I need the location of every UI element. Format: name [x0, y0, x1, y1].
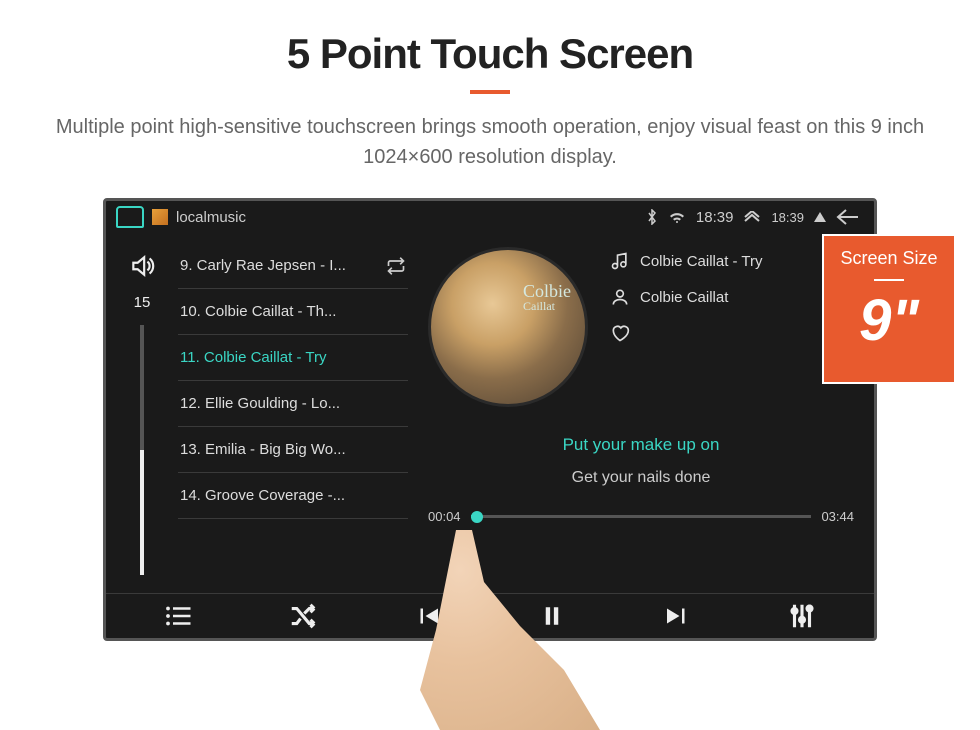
playlist: 9. Carly Rae Jepsen - I... 10. Colbie Ca… — [178, 233, 408, 593]
playlist-item-label: 11. Colbie Caillat - Try — [180, 349, 326, 366]
song-title-row: Colbie Caillat - Try — [610, 251, 854, 271]
main-area: 15 9. Carly Rae Jepsen - I... 10. Colbie… — [106, 233, 874, 593]
wifi-icon — [668, 210, 686, 224]
app-label: localmusic — [176, 209, 246, 226]
next-button[interactable] — [662, 601, 692, 631]
marketing-description: Multiple point high-sensitive touchscree… — [40, 112, 940, 172]
volume-panel: 15 — [106, 233, 178, 593]
progress-track[interactable] — [471, 515, 812, 518]
bluetooth-icon — [646, 209, 658, 225]
badge-divider — [874, 279, 904, 281]
back-icon[interactable] — [836, 208, 864, 226]
playlist-item[interactable]: 12. Ellie Goulding - Lo... — [178, 381, 408, 427]
lyric-line-next: Get your nails done — [428, 469, 854, 487]
person-icon — [610, 287, 630, 307]
playlist-item-label: 10. Colbie Caillat - Th... — [180, 303, 336, 320]
marketing-underline — [470, 90, 510, 94]
playlist-item-active[interactable]: 11. Colbie Caillat - Try — [178, 335, 408, 381]
shuffle-button[interactable] — [288, 601, 318, 631]
repeat-icon — [386, 256, 406, 276]
lyric-line-active: Put your make up on — [428, 435, 854, 455]
volume-fill — [140, 450, 144, 575]
playlist-button[interactable] — [163, 601, 193, 631]
screen-size-badge: Screen Size 9" — [822, 234, 956, 384]
play-pause-button[interactable] — [537, 601, 567, 631]
playlist-item-label: 9. Carly Rae Jepsen - I... — [180, 257, 346, 274]
playlist-item[interactable]: 13. Emilia - Big Big Wo... — [178, 427, 408, 473]
album-art[interactable]: Colbie Caillat — [428, 247, 588, 407]
playlist-item-label: 13. Emilia - Big Big Wo... — [180, 441, 346, 458]
playlist-item[interactable]: 9. Carly Rae Jepsen - I... — [178, 243, 408, 289]
artist-row: Colbie Caillat — [610, 287, 854, 307]
equalizer-button[interactable] — [787, 601, 817, 631]
previous-button[interactable] — [413, 601, 443, 631]
status-bar: localmusic 18:39 18:39 — [106, 201, 874, 233]
status-clock-1: 18:39 — [696, 209, 734, 226]
song-title: Colbie Caillat - Try — [640, 253, 763, 270]
status-clock-2: 18:39 — [771, 210, 804, 225]
controls-bar — [106, 593, 874, 638]
home-icon[interactable] — [116, 206, 144, 228]
playlist-item[interactable]: 10. Colbie Caillat - Th... — [178, 289, 408, 335]
triangle-icon — [814, 212, 826, 222]
device-screen: localmusic 18:39 18:39 15 9. Carly Rae J… — [103, 198, 877, 641]
time-current: 00:04 — [428, 509, 461, 524]
progress-bar: 00:04 03:44 — [428, 509, 854, 524]
now-playing-panel: Colbie Caillat Colbie Caillat - Try Colb… — [408, 233, 874, 593]
badge-title: Screen Size — [832, 248, 946, 269]
album-art-text: Colbie Caillat — [523, 282, 571, 312]
heart-icon — [610, 323, 630, 343]
progress-thumb[interactable] — [471, 511, 483, 523]
favorite-row[interactable] — [610, 323, 854, 343]
volume-icon[interactable] — [129, 253, 155, 284]
volume-value: 15 — [134, 294, 151, 311]
lyrics: Put your make up on Get your nails done — [428, 435, 854, 487]
marketing-header: 5 Point Touch Screen Multiple point high… — [0, 0, 980, 172]
badge-value: 9" — [832, 287, 946, 354]
artist-name: Colbie Caillat — [640, 289, 728, 306]
volume-slider[interactable] — [140, 325, 144, 575]
playlist-item-label: 12. Ellie Goulding - Lo... — [180, 395, 340, 412]
playlist-item-label: 14. Groove Coverage -... — [180, 487, 345, 504]
music-note-icon — [610, 251, 630, 271]
chevron-up-icon[interactable] — [743, 211, 761, 223]
marketing-title: 5 Point Touch Screen — [0, 30, 980, 78]
time-total: 03:44 — [821, 509, 854, 524]
music-app-icon[interactable] — [152, 209, 168, 225]
playlist-item[interactable]: 14. Groove Coverage -... — [178, 473, 408, 519]
